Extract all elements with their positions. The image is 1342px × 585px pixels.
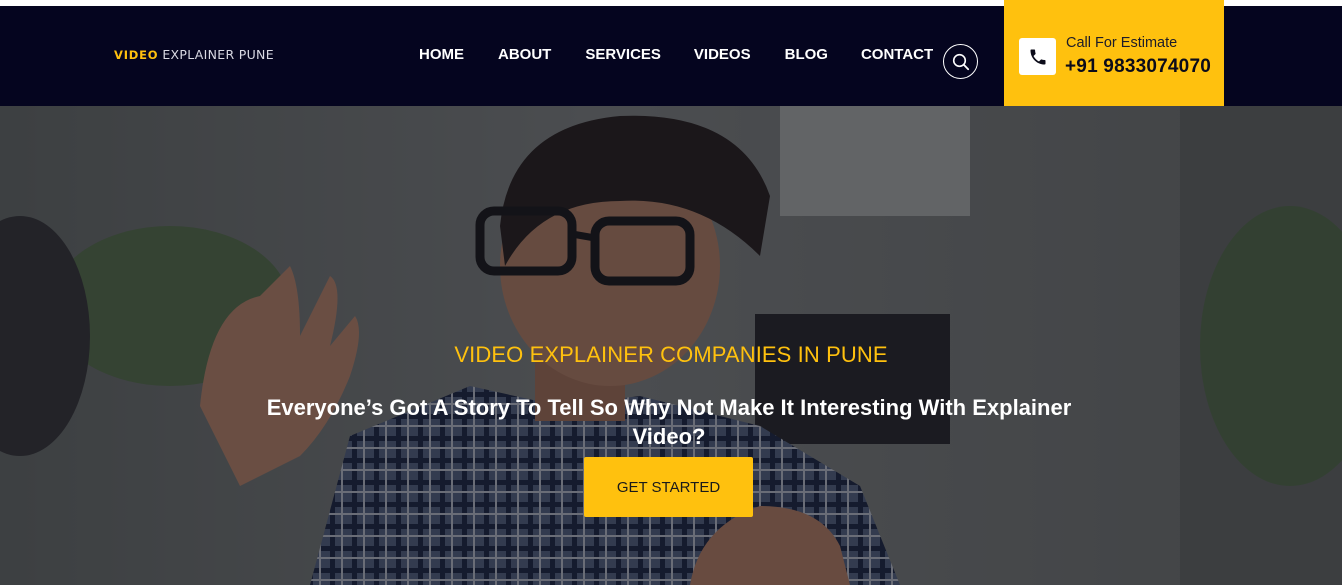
hero-section: VIDEO EXPLAINER COMPANIES IN PUNE Everyo… xyxy=(0,106,1342,585)
nav-item-services[interactable]: SERVICES xyxy=(585,46,661,63)
estimate-phone-number[interactable]: +91 9833074070 xyxy=(1065,56,1211,78)
nav-item-about[interactable]: ABOUT xyxy=(498,46,551,63)
nav-item-blog[interactable]: BLOG xyxy=(785,46,828,63)
hero-subtitle: VIDEO EXPLAINER COMPANIES IN PUNE xyxy=(454,342,888,367)
search-icon xyxy=(952,53,969,70)
nav-item-videos[interactable]: VIDEOS xyxy=(694,46,751,63)
get-started-button[interactable]: GET STARTED xyxy=(584,457,753,517)
logo-regular-text: EXPLAINER PUNE xyxy=(162,47,274,62)
main-nav: HOME ABOUT SERVICES VIDEOS BLOG CONTACT xyxy=(419,46,933,63)
phone-icon-tile xyxy=(1019,38,1056,75)
nav-item-home[interactable]: HOME xyxy=(419,46,464,63)
site-logo[interactable]: VIDEO EXPLAINER PUNE xyxy=(114,47,274,62)
nav-item-contact[interactable]: CONTACT xyxy=(861,46,933,63)
estimate-label: Call For Estimate xyxy=(1066,35,1178,51)
logo-bold-text: VIDEO xyxy=(114,48,159,62)
search-button[interactable] xyxy=(943,44,978,79)
hero-title: Everyone’s Got A Story To Tell So Why No… xyxy=(266,395,1072,449)
phone-icon xyxy=(1030,49,1045,64)
